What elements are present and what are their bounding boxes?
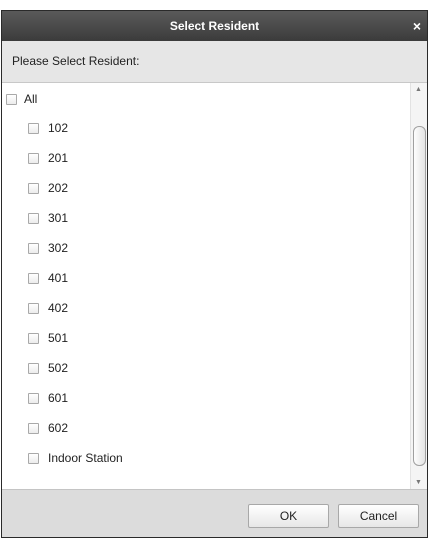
ok-button[interactable]: OK [248, 504, 329, 528]
resident-label: Indoor Station [48, 451, 123, 465]
prompt-bar: Please Select Resident: [2, 41, 427, 83]
resident-label: 401 [48, 271, 69, 285]
close-icon[interactable]: × [413, 11, 421, 41]
resident-row[interactable]: 202 [28, 177, 68, 199]
resident-row[interactable]: 302 [28, 237, 68, 259]
resident-checkbox[interactable] [28, 452, 39, 464]
resident-label: 502 [48, 361, 69, 375]
list-scrollbar[interactable]: ▲ ▼ [410, 83, 427, 489]
scroll-up-arrow-icon[interactable]: ▲ [415, 86, 422, 93]
resident-label: 102 [48, 121, 69, 135]
resident-row[interactable]: 602 [28, 417, 68, 439]
resident-row[interactable]: 401 [28, 267, 68, 289]
resident-checkbox[interactable] [28, 392, 39, 404]
cancel-button[interactable]: Cancel [338, 504, 419, 528]
resident-checkbox[interactable] [28, 122, 39, 134]
resident-row[interactable]: 102 [28, 117, 68, 139]
resident-checkbox[interactable] [28, 272, 39, 284]
resident-row[interactable]: 502 [28, 357, 68, 379]
resident-checkbox[interactable] [28, 332, 39, 344]
scroll-down-arrow-icon[interactable]: ▼ [415, 479, 422, 486]
dialog-title: Select Resident [169, 19, 260, 33]
resident-label: 601 [48, 391, 69, 405]
resident-row[interactable]: 201 [28, 147, 68, 169]
resident-list: All 102 201 202 301 302 401 402 501 502 601 602 Ind… [2, 83, 427, 489]
resident-checkbox[interactable] [28, 302, 39, 314]
resident-label: 201 [48, 151, 69, 165]
resident-row[interactable]: 402 [28, 297, 68, 319]
resident-checkbox[interactable] [28, 242, 39, 254]
resident-label: 302 [48, 241, 69, 255]
resident-label: 202 [48, 181, 69, 195]
dialog-titlebar[interactable]: Select Resident × [2, 11, 427, 41]
select-all-label: All [24, 92, 38, 106]
prompt-label: Please Select Resident: [12, 54, 140, 68]
resident-row[interactable]: 301 [28, 207, 68, 229]
resident-checkbox[interactable] [28, 212, 39, 224]
scrollbar-thumb[interactable] [413, 126, 426, 466]
resident-row[interactable]: Indoor Station [28, 447, 123, 469]
resident-label: 301 [48, 211, 69, 225]
resident-checkbox[interactable] [28, 152, 39, 164]
dialog-footer: OK Cancel [2, 489, 427, 537]
resident-row[interactable]: 601 [28, 387, 68, 409]
select-all-checkbox[interactable] [6, 93, 17, 105]
resident-checkbox[interactable] [28, 422, 39, 434]
resident-label: 402 [48, 301, 69, 315]
resident-row[interactable]: 501 [28, 327, 68, 349]
resident-checkbox[interactable] [28, 182, 39, 194]
resident-label: 602 [48, 421, 69, 435]
resident-checkbox[interactable] [28, 362, 39, 374]
select-all-row[interactable]: All [6, 88, 37, 110]
resident-label: 501 [48, 331, 69, 345]
select-resident-dialog: Select Resident × Please Select Resident… [1, 10, 428, 538]
background-window-strip [0, 0, 431, 10]
